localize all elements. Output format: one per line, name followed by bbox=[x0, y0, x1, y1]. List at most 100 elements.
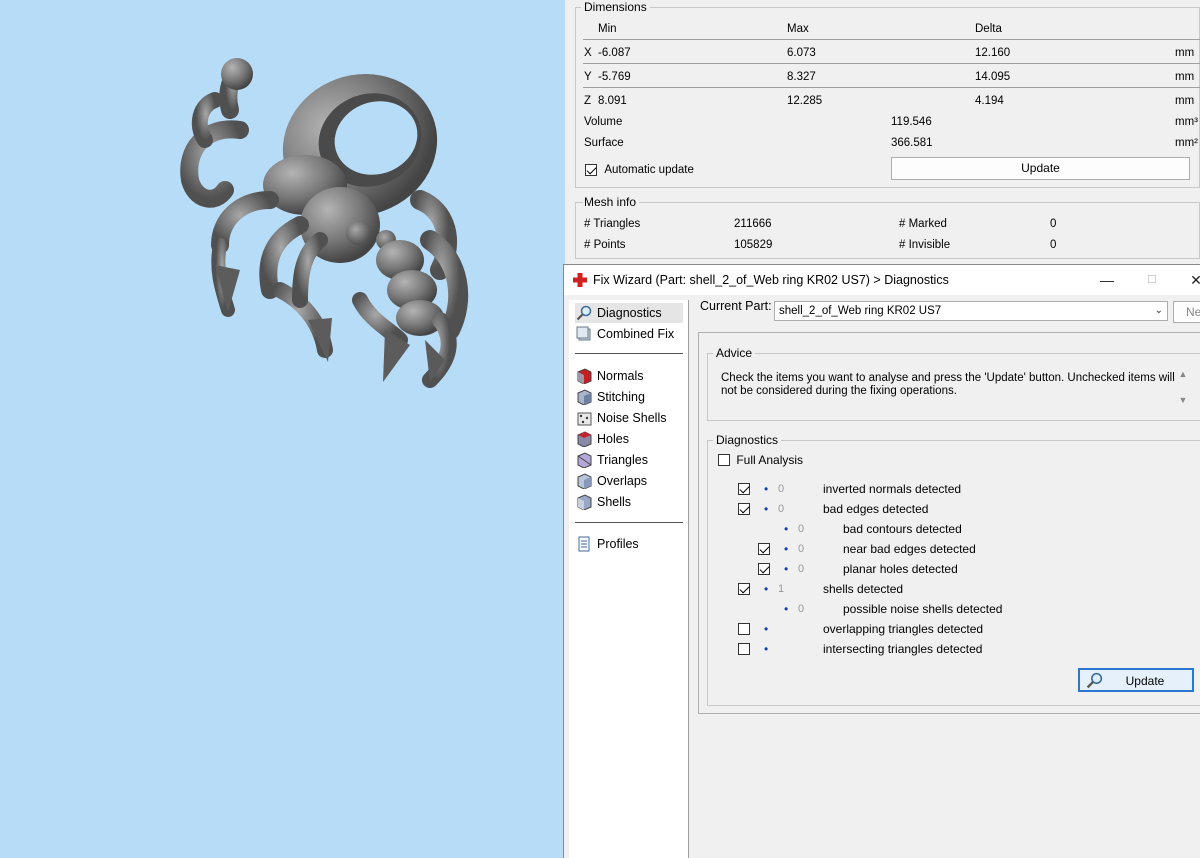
unit: mm bbox=[1175, 95, 1195, 107]
diag-item-bad-contours: • 0 bad contours detected bbox=[699, 519, 1200, 539]
min-value: 8.091 bbox=[598, 95, 627, 107]
nav-label: Diagnostics bbox=[597, 306, 662, 320]
nav-item-noise-shells[interactable]: Noise Shells bbox=[575, 408, 683, 428]
diag-item-planar-holes: • 0 planar holes detected bbox=[699, 559, 1200, 579]
window-title: Fix Wizard (Part: shell_2_of_Web ring KR… bbox=[593, 273, 949, 287]
checkbox-box[interactable] bbox=[585, 163, 597, 176]
item-count: 0 bbox=[778, 503, 785, 515]
item-count: 0 bbox=[798, 523, 805, 535]
scroll-down-icon[interactable]: ▼ bbox=[1175, 395, 1191, 405]
current-part-value: shell_2_of_Web ring KR02 US7 bbox=[779, 305, 942, 317]
mesh-row-2: # Points 105829 # Invisible 0 bbox=[575, 235, 1200, 255]
scroll-up-icon[interactable]: ▲ bbox=[1175, 369, 1191, 379]
invisible-label: # Invisible bbox=[899, 239, 951, 251]
delta-value: 14.095 bbox=[975, 71, 1011, 83]
diag-item-overlapping-triangles: • overlapping triangles detected bbox=[699, 619, 1200, 639]
diagnostics-page: Advice Check the items you want to analy… bbox=[698, 332, 1200, 714]
surface-row: Surface 366.581 mm² bbox=[575, 133, 1200, 153]
item-checkbox[interactable] bbox=[738, 623, 750, 635]
overlaps-icon bbox=[577, 473, 592, 489]
nav-item-normals[interactable]: Normals bbox=[575, 366, 683, 386]
dimension-row-y: Y -5.769 8.327 14.095 mm bbox=[575, 67, 1200, 87]
item-checkbox[interactable] bbox=[758, 563, 770, 575]
dimensions-legend: Dimensions bbox=[581, 0, 650, 14]
item-checkbox[interactable] bbox=[738, 583, 750, 595]
diagnostics-legend: Diagnostics bbox=[713, 433, 782, 447]
nav-label: Combined Fix bbox=[597, 327, 675, 341]
automatic-update-label: Automatic update bbox=[604, 163, 694, 176]
item-count: 0 bbox=[798, 543, 805, 555]
diag-item-noise-shells: • 0 possible noise shells detected bbox=[699, 599, 1200, 619]
volume-label: Volume bbox=[584, 116, 623, 128]
minimize-icon[interactable]: — bbox=[1097, 270, 1117, 290]
dimensions-update-button[interactable]: Update bbox=[891, 157, 1190, 180]
points-value: 105829 bbox=[734, 239, 773, 251]
nav-label: Stitching bbox=[597, 390, 645, 404]
nav-item-stitching[interactable]: Stitching bbox=[575, 387, 683, 407]
current-part-select[interactable]: shell_2_of_Web ring KR02 US7 ⌄ bbox=[774, 301, 1168, 321]
holes-cube-icon bbox=[577, 431, 592, 447]
update-label: Update bbox=[1125, 674, 1165, 688]
nav-item-holes[interactable]: Holes bbox=[575, 429, 683, 449]
delta-value: 4.194 bbox=[975, 95, 1004, 107]
nav-label: Noise Shells bbox=[597, 411, 667, 425]
max-value: 12.285 bbox=[787, 95, 823, 107]
full-analysis-checkbox[interactable]: Full Analysis bbox=[718, 449, 803, 469]
invisible-value: 0 bbox=[1050, 239, 1057, 251]
min-value: -5.769 bbox=[598, 71, 631, 83]
fix-wizard-window: Fix Wizard (Part: shell_2_of_Web ring KR… bbox=[563, 264, 1200, 858]
delta-value: 12.160 bbox=[975, 47, 1011, 59]
dimensions-header-row: Min Max Delta bbox=[575, 19, 1200, 39]
unit: mm bbox=[1175, 71, 1195, 83]
red-cross-icon bbox=[573, 273, 587, 287]
triangles-icon bbox=[577, 452, 592, 468]
diag-item-bad-edges: • 0 bad edges detected bbox=[699, 499, 1200, 519]
checkbox-box[interactable] bbox=[718, 453, 730, 466]
nav-item-diagnostics[interactable]: Diagnostics bbox=[575, 303, 683, 323]
next-button[interactable]: Nex bbox=[1173, 301, 1200, 323]
nav-label: Holes bbox=[597, 432, 629, 446]
item-label: shells detected bbox=[823, 582, 904, 596]
item-count: 0 bbox=[798, 603, 805, 615]
maximize-icon[interactable]: ☐ bbox=[1142, 270, 1162, 290]
axis-label: Z bbox=[584, 95, 592, 107]
normals-cube-icon bbox=[577, 368, 592, 384]
nav-label: Normals bbox=[597, 369, 644, 383]
nav-item-overlaps[interactable]: Overlaps bbox=[575, 471, 683, 491]
nav-item-shells[interactable]: Shells bbox=[575, 492, 683, 512]
item-checkbox[interactable] bbox=[738, 643, 750, 655]
item-label: planar holes detected bbox=[843, 562, 958, 576]
nav-item-profiles[interactable]: Profiles bbox=[575, 534, 683, 554]
nav-item-combined-fix[interactable]: Combined Fix bbox=[575, 324, 683, 344]
automatic-update-checkbox[interactable]: Automatic update bbox=[585, 162, 694, 176]
item-label: inverted normals detected bbox=[823, 482, 962, 496]
3d-viewport[interactable] bbox=[0, 0, 565, 858]
title-bar[interactable]: Fix Wizard (Part: shell_2_of_Web ring KR… bbox=[564, 265, 1200, 295]
close-icon[interactable]: ✕ bbox=[1186, 270, 1200, 290]
triangles-value: 211666 bbox=[734, 218, 772, 230]
magnifier-icon bbox=[1086, 672, 1103, 689]
surface-unit: mm² bbox=[1175, 137, 1198, 149]
properties-panel: Dimensions Min Max Delta X -6.087 6.073 … bbox=[565, 0, 1200, 265]
unit: mm bbox=[1175, 47, 1195, 59]
item-checkbox[interactable] bbox=[738, 503, 750, 515]
min-value: -6.087 bbox=[598, 47, 631, 59]
item-count: 0 bbox=[778, 483, 785, 495]
advice-text: Check the items you want to analyse and … bbox=[721, 372, 1175, 397]
chevron-down-icon: ⌄ bbox=[1154, 305, 1163, 316]
diagnostics-update-button[interactable]: Update bbox=[1078, 668, 1194, 692]
volume-row: Volume 119.546 mm³ bbox=[575, 112, 1200, 132]
advice-legend: Advice bbox=[713, 346, 756, 360]
spider-ring-model bbox=[180, 58, 469, 388]
item-checkbox[interactable] bbox=[738, 483, 750, 495]
nav-label: Profiles bbox=[597, 537, 639, 551]
wizard-nav-pane: Diagnostics Combined Fix Normals Stitchi… bbox=[569, 300, 689, 858]
item-checkbox[interactable] bbox=[758, 543, 770, 555]
profiles-document-icon bbox=[578, 536, 590, 552]
advice-scrollbar[interactable]: ▲ ▼ bbox=[1175, 369, 1191, 417]
item-label: possible noise shells detected bbox=[843, 602, 1003, 616]
dimension-row-z: Z 8.091 12.285 4.194 mm bbox=[575, 91, 1200, 111]
item-label: near bad edges detected bbox=[843, 542, 976, 556]
nav-item-triangles[interactable]: Triangles bbox=[575, 450, 683, 470]
stitching-cube-icon bbox=[577, 389, 592, 405]
